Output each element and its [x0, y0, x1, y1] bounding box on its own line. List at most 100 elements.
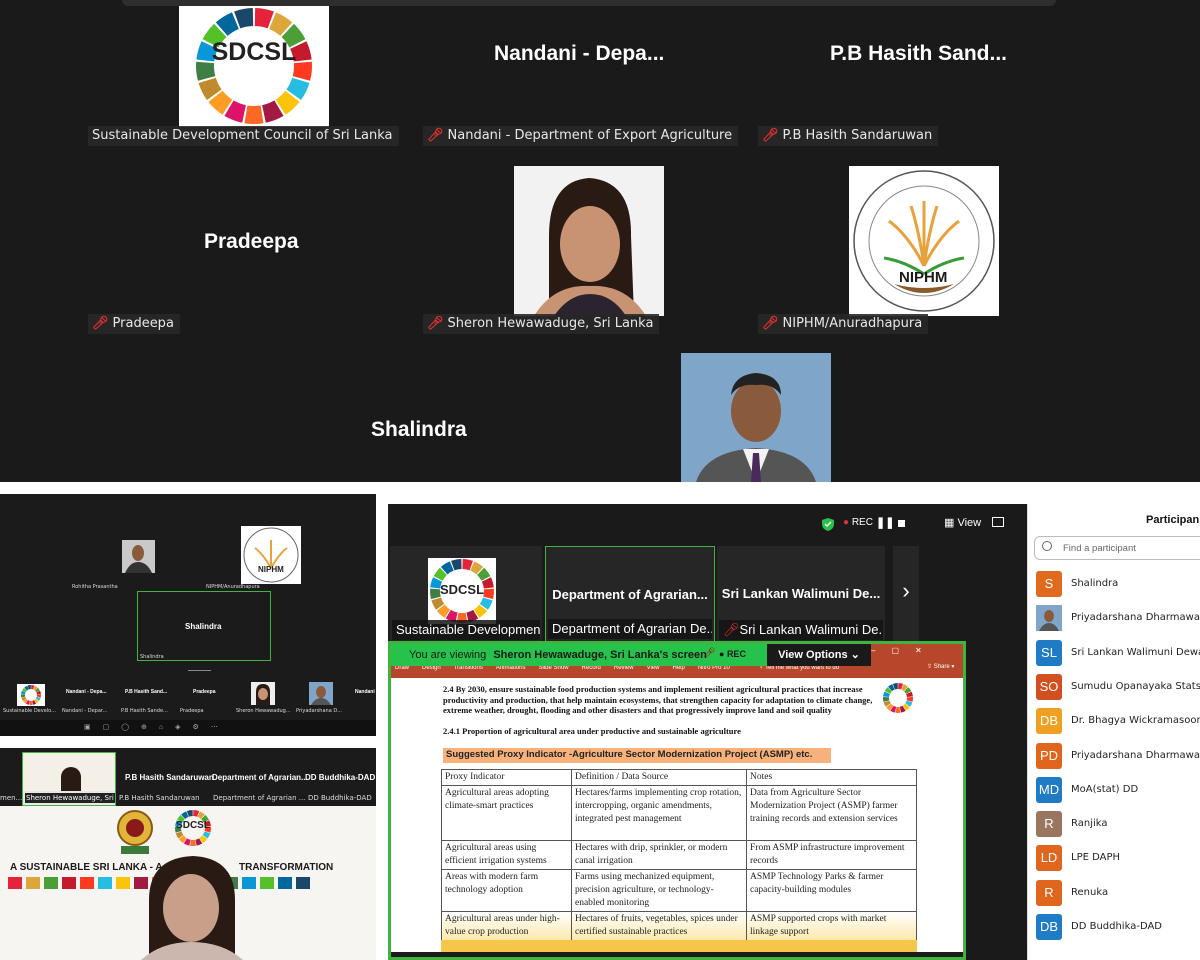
sdcsl-logo-small: SDCSL — [428, 558, 496, 624]
participant-row[interactable]: PD Priyadarshana Dharmawarden — [1036, 742, 1200, 771]
toolbar-icons[interactable]: ▣▢◯⊕⌂◈⚙⋯ — [84, 723, 230, 731]
participant-label: 🎤︎ P.B Hasith Sandaruwan — [758, 126, 939, 146]
sdg-color-square — [80, 877, 94, 889]
participant-photo — [681, 353, 831, 482]
meeting-toolbar: ▣▢◯⊕⌂◈⚙⋯ — [0, 720, 376, 736]
svg-text:NIPHM: NIPHM — [258, 565, 284, 574]
participant-name: Sri Lankan Walimuni Dewage — [1071, 646, 1200, 658]
stop-recording-icon[interactable] — [898, 520, 905, 527]
participant-row[interactable]: R Ranjika — [1036, 811, 1200, 839]
taskbar — [391, 952, 963, 957]
participant-name-large: Pradeepa — [193, 689, 216, 695]
participant-name: Dr. Bhagya Wickramasooriya — [1071, 715, 1200, 727]
niphm-logo: NIPHM — [241, 526, 301, 584]
shield-icon[interactable] — [822, 518, 834, 531]
participant-photo — [251, 682, 275, 705]
sdcsl-logo-small: SDCSL — [168, 808, 218, 848]
participant-row[interactable]: DB DD Buddhika-DAD — [1036, 914, 1200, 942]
pause-recording-icon[interactable]: ❚❚ — [876, 516, 894, 529]
niphm-logo-text: NIPHM — [899, 269, 948, 286]
participant-row[interactable]: S Shalindra — [1036, 571, 1200, 599]
sdcsl-logo: SDCSL — [179, 6, 329, 127]
recording-indicator: ● REC — [719, 649, 746, 659]
avatar: S — [1036, 571, 1062, 597]
participant-label: Sustainable Development Council of Sri L… — [88, 126, 399, 146]
video-tile[interactable]: Sri Lankan Walimuni De... 🎤︎Sri Lankan W… — [717, 546, 885, 642]
participant-name-large: Nandani — [355, 689, 375, 695]
fullscreen-icon[interactable] — [992, 517, 1004, 527]
sdg-wheel-icon — [21, 685, 41, 705]
participant-label: Nandani - Depar... — [62, 708, 108, 714]
sdg-wheel-icon — [883, 683, 913, 713]
divider-line — [188, 670, 211, 671]
chevron-right-icon: › — [902, 578, 910, 603]
participant-label: P.B Hasith Sande... — [121, 708, 168, 714]
participant-row[interactable]: LD LPE DAPH — [1036, 845, 1200, 873]
presenter-video — [141, 856, 243, 960]
top-gallery-view: SDCSL Sustainable Development Council of… — [0, 0, 1200, 482]
niphm-logo: NIPHM — [849, 166, 999, 316]
viewing-banner: You are viewing Sheron Hewawaduge, Sri L… — [391, 644, 871, 666]
view-button[interactable]: ▦ View — [944, 516, 981, 529]
recording-indicator[interactable]: ● REC — [843, 517, 873, 528]
participant-label: 🎤︎Sri Lankan Walimuni De... — [719, 620, 883, 640]
participant-name-large: DD Buddhika-DAD — [305, 773, 376, 782]
doc-subheading: 2.4.1 Proportion of agricultural area un… — [443, 726, 741, 736]
avatar: PD — [1036, 742, 1062, 769]
proxy-indicator-title: Suggested Proxy Indicator -Agriculture S… — [443, 748, 831, 763]
participant-photo — [309, 682, 333, 705]
participant-row[interactable]: DB Dr. Bhagya Wickramasooriya — [1036, 708, 1200, 736]
proxy-indicator-table: Proxy Indicator Definition / Data Source… — [441, 769, 917, 941]
window-controls[interactable]: –▢✕ — [871, 646, 938, 655]
participant-row[interactable]: R Renuka — [1036, 879, 1200, 908]
mic-muted-icon: 🎤︎ — [427, 128, 444, 143]
participant-name-large: P.B Hasith Sand... — [125, 689, 168, 695]
participant-name-large: Sri Lankan Walimuni De... — [721, 586, 881, 601]
participant-row[interactable]: MD MoA(stat) DD — [1036, 776, 1200, 805]
participant-name: Ranjika — [1071, 818, 1108, 830]
sdg-segment — [190, 839, 196, 846]
participant-label: Sheron Hewawadug... — [236, 708, 291, 714]
sdg-color-square — [260, 877, 274, 889]
tile-strip: men... Sheron Hewawaduge, Sri L... P.B H… — [0, 748, 376, 806]
video-tile-active[interactable]: Department of Agrarian... Department of … — [545, 546, 715, 642]
participant-label: Department of Agrarian ... — [213, 794, 306, 802]
slide-banner-right: TRANSFORMATION — [239, 862, 334, 873]
participant-row[interactable]: SO Sumudu Opanayaka Statstical — [1036, 673, 1200, 702]
avatar: MD — [1036, 776, 1062, 803]
search-icon — [1042, 541, 1052, 551]
participant-row[interactable]: SL Sri Lankan Walimuni Dewage — [1036, 639, 1200, 668]
participant-label: Pradeepa — [180, 708, 204, 714]
sdg-color-square — [62, 877, 76, 889]
video-tile[interactable]: SDCSL Sustainable Developmen... — [390, 546, 542, 642]
mic-muted-icon: 🎤︎ — [427, 316, 444, 331]
mic-muted-icon: 🎤︎ — [762, 316, 779, 331]
avatar: SO — [1036, 673, 1062, 700]
sdg-color-square — [8, 877, 22, 889]
grid-icon: ▦ — [944, 517, 955, 529]
sdg-segment — [244, 105, 264, 124]
participant-label: 🎤︎ Nandani - Department of Export Agricul… — [423, 126, 739, 146]
participant-row[interactable]: Priyadarshana Dharmawarden — [1036, 605, 1200, 633]
participant-name-large: Shalindra — [371, 418, 467, 441]
participant-label: 🎤︎ Sheron Hewawaduge, Sri Lanka — [423, 314, 660, 334]
search-input[interactable]: Find a participant — [1034, 536, 1200, 560]
avatar — [1036, 605, 1062, 632]
slide-footer-bar — [441, 940, 917, 952]
avatar: LD — [1036, 845, 1062, 872]
share-button[interactable]: ⇧ Share ▾ — [927, 663, 954, 670]
participant-name: DD Buddhika-DAD — [1071, 921, 1163, 932]
sdg-color-square — [44, 877, 58, 889]
sdg-segment — [29, 700, 33, 705]
next-page-button[interactable]: › — [893, 546, 919, 642]
participant-name-large: Nandani - Depa... — [494, 42, 665, 65]
participant-name-large: P.B Hasith Sandaruwan — [125, 773, 214, 782]
view-options-button[interactable]: View Options ⌄ — [767, 644, 871, 666]
participant-label: Sustainable Develo... — [3, 708, 56, 714]
participant-label: P.B Hasith Sandaruwan — [119, 794, 200, 802]
bottom-area — [966, 641, 1027, 960]
avatar: DB — [1036, 914, 1062, 940]
participant-name-large: P.B Hasith Sand... — [830, 42, 1007, 65]
sdg-color-square — [116, 877, 130, 889]
sdcsl-logo-text: SDCSL — [211, 38, 297, 66]
